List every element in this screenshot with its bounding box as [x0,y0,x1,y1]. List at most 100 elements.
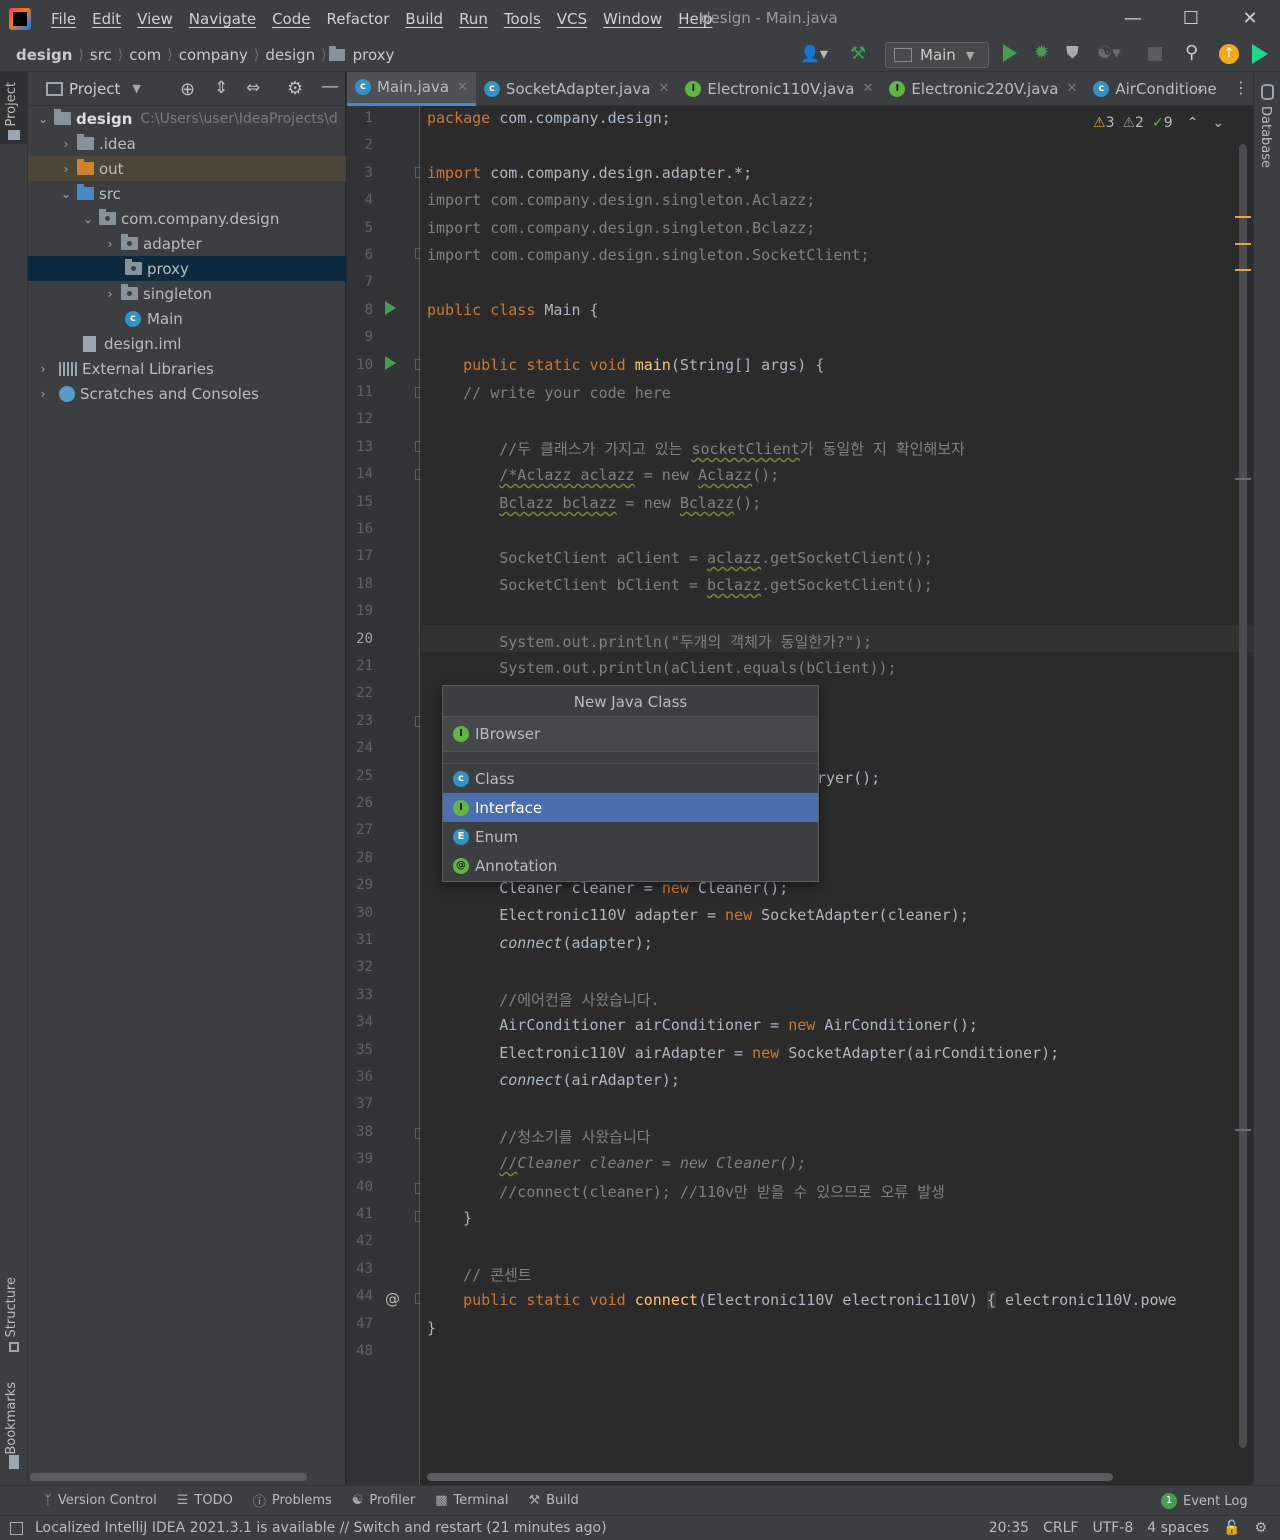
profiler-tab[interactable]: ☯ Profiler [342,1493,425,1508]
menu-build[interactable]: Build [397,10,451,28]
line-number[interactable]: 34 [347,1014,373,1030]
profile-icon[interactable]: ☯▾ [1097,43,1121,63]
problems-tab[interactable]: ⓘ Problems [243,1491,342,1510]
jetbrains-toolbox-icon[interactable] [1252,44,1268,64]
line-number[interactable]: 9 [347,329,373,345]
hide-panel-icon[interactable]: — [321,76,339,97]
maximize-icon[interactable]: ☐ [1178,6,1204,32]
option-class[interactable]: c Class [443,764,818,793]
line-number[interactable]: 11 [347,384,373,400]
option-interface[interactable]: I Interface [443,793,818,822]
tree-item-design-iml[interactable]: design.iml [28,331,346,356]
line-number[interactable]: 7 [347,274,373,290]
chevron-down-icon[interactable]: ⌄ [81,212,95,226]
line-number[interactable]: 32 [347,959,373,975]
toggle-tool-windows-icon[interactable] [10,1521,23,1535]
close-icon[interactable]: ✕ [862,81,873,96]
breadcrumb-company[interactable]: company [175,46,252,64]
info-marker[interactable] [1235,1129,1251,1131]
run-config-select[interactable]: Main ▼ [885,42,989,68]
line-number[interactable]: 47 [347,1316,373,1332]
menu-window[interactable]: Window [595,10,670,28]
breadcrumb-design-pkg[interactable]: design [261,46,319,64]
file-encoding[interactable]: UTF-8 [1085,1520,1140,1536]
breadcrumb-design[interactable]: design [12,46,76,64]
chevron-down-icon[interactable]: ⌄ [1195,80,1207,96]
collapse-all-icon[interactable]: ⇔ [246,78,260,98]
line-number[interactable]: 2 [347,137,373,153]
option-enum[interactable]: E Enum [443,822,818,851]
tree-item-adapter[interactable]: › adapter [28,231,346,256]
line-number[interactable]: 1 [347,110,373,126]
close-icon[interactable]: ✕ [1066,81,1077,96]
warning-marker[interactable] [1235,216,1251,218]
line-number[interactable]: 44 [347,1288,373,1304]
line-number[interactable]: 39 [347,1151,373,1167]
line-number[interactable]: 38 [347,1124,373,1140]
project-view-select[interactable]: Project [69,80,120,98]
option-annotation[interactable]: @ Annotation [443,851,818,880]
line-number[interactable]: 23 [347,713,373,729]
lock-icon[interactable]: 🔓 [1216,1520,1247,1536]
line-number[interactable]: 20 [347,631,373,647]
tab-electronic110v-java[interactable]: I Electronic110V.java ✕ [677,72,881,106]
tab-electronic220v-java[interactable]: I Electronic220V.java ✕ [881,72,1085,106]
close-icon[interactable]: ✕ [658,81,669,96]
line-number[interactable]: 36 [347,1069,373,1085]
debug-icon[interactable]: ✹ [1034,42,1049,63]
menu-run[interactable]: Run [451,10,496,28]
version-control-tab[interactable]: ᛉ Version Control [34,1493,167,1508]
line-number[interactable]: 4 [347,192,373,208]
line-number[interactable]: 19 [347,603,373,619]
event-log-tab[interactable]: 1 Event Log [1151,1493,1258,1509]
expand-all-icon[interactable]: ⇕ [214,78,228,98]
inspection-widget[interactable]: ⚠ 3 ⚠ 2 ✓ 9 ⌃ ⌄ [1093,115,1224,131]
line-number[interactable]: 21 [347,658,373,674]
line-number[interactable]: 17 [347,548,373,564]
line-number[interactable]: 37 [347,1096,373,1112]
inspector-icon[interactable]: ⚙ [1247,1520,1274,1536]
implementation-gutter-icon[interactable]: @ [385,1290,400,1308]
menu-refactor[interactable]: Refactor [318,10,397,28]
warning-marker[interactable] [1235,269,1251,271]
breadcrumb-proxy[interactable]: proxy [349,46,399,64]
menu-tools[interactable]: Tools [496,10,549,28]
chevron-right-icon[interactable]: › [59,137,73,151]
line-number[interactable]: 24 [347,740,373,756]
menu-edit[interactable]: Edit [84,10,129,28]
tree-item-com-company-design[interactable]: ⌄ com.company.design [28,206,346,231]
project-horizontal-scrollbar[interactable] [30,1473,307,1481]
line-number[interactable]: 12 [347,411,373,427]
info-marker[interactable] [1235,478,1251,480]
terminal-tab[interactable]: ▩ Terminal [425,1493,518,1508]
breadcrumb-com[interactable]: com [125,46,165,64]
line-number[interactable]: 35 [347,1042,373,1058]
line-number[interactable]: 15 [347,494,373,510]
tab-socketadapter-java[interactable]: c SocketAdapter.java ✕ [476,72,677,106]
menu-file[interactable]: File [43,10,84,28]
gear-icon[interactable]: ⚙ [287,78,303,99]
more-options-icon[interactable]: ⋮ [1233,78,1249,97]
tree-item-idea[interactable]: › .idea [28,131,346,156]
editor-vertical-scrollbar[interactable] [1239,144,1247,1448]
close-window-icon[interactable]: ✕ [1237,6,1263,32]
structure-tool-tab[interactable]: Structure [4,1277,19,1337]
update-icon[interactable]: ↑ [1219,44,1239,64]
tree-item-design-root[interactable]: ⌄ design C:\Users\user\IdeaProjects\d [28,106,346,131]
line-number[interactable]: 41 [347,1206,373,1222]
line-number[interactable]: 25 [347,768,373,784]
line-number[interactable]: 6 [347,247,373,263]
database-tool-tab[interactable]: Database [1258,106,1273,168]
breadcrumb-src[interactable]: src [86,46,116,64]
menu-code[interactable]: Code [264,10,318,28]
project-tool-tab[interactable]: Project [4,82,19,126]
line-number[interactable]: 18 [347,576,373,592]
stop-icon[interactable] [1148,47,1162,61]
tree-item-src[interactable]: ⌄ src [28,181,346,206]
tree-item-out[interactable]: › out [28,156,346,181]
tab-main-java[interactable]: c Main.java ✕ [347,71,476,106]
build-tab[interactable]: ⚒ Build [518,1493,588,1508]
line-number[interactable]: 26 [347,795,373,811]
chevron-down-icon[interactable]: ⌄ [36,112,50,126]
menu-vcs[interactable]: VCS [549,10,595,28]
